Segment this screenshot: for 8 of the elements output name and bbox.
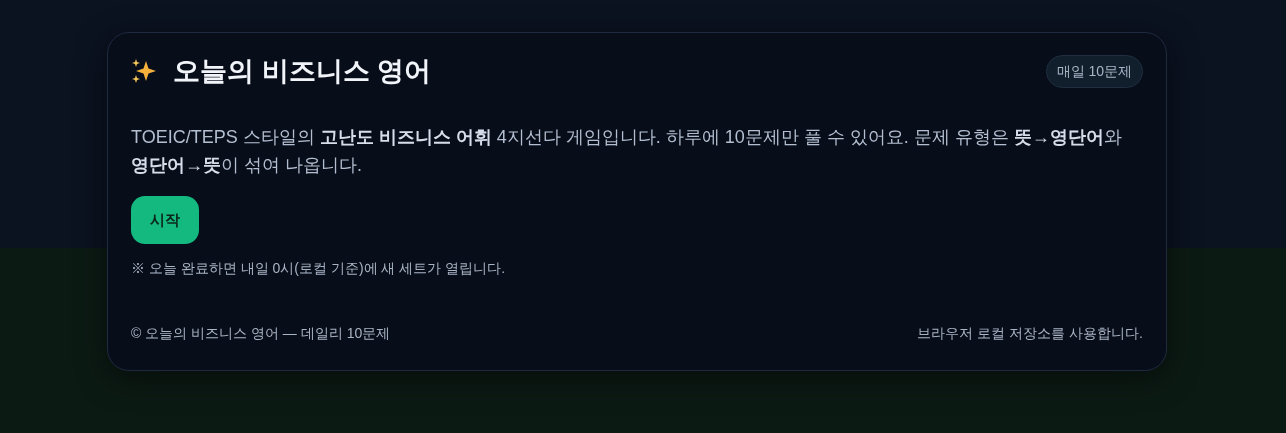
note-text: ※ 오늘 완료하면 내일 0시(로컬 기준)에 새 세트가 열립니다. <box>131 259 507 279</box>
footer-storage-note: 브라우저 로컬 저장소를 사용합니다. <box>917 324 1143 344</box>
start-button[interactable]: 시작 <box>131 195 199 245</box>
daily-count-label: 매일 10문제 <box>1045 55 1143 88</box>
sparkle-icon <box>131 58 157 85</box>
footer-copyright: © 오늘의 비즈니스 영어 — 데일리 10문제 <box>131 324 391 344</box>
app-title: 오늘의 비즈니스 영어 <box>173 55 431 88</box>
intro-text: TOEIC/TEPS 스타일의 고난도 비즈니스 어휘 4지선다 게임입니다. 하루에 10문제만 풀 수 있어요. 문제 유형은 뜻→영단어와 영단어→뜻이 섞여 나옵니다. <box>131 126 1123 177</box>
